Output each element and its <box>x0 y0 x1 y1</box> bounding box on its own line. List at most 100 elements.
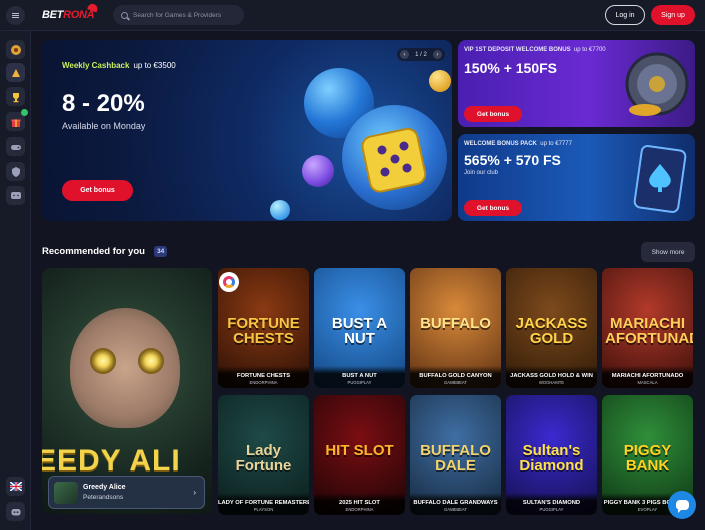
hero-subtitle: Weekly Cashback up to €3500 <box>62 61 176 70</box>
character-eye <box>138 348 164 374</box>
chevron-right-icon: › <box>193 488 196 497</box>
game-art-title: Sultan's Diamond <box>519 442 584 474</box>
game-label: SULTAN'S DIAMOND PUGGIPLAY <box>506 493 597 515</box>
dice-icon <box>361 127 427 193</box>
logo[interactable]: BETRONA <box>42 2 100 21</box>
sidebar <box>0 31 31 530</box>
promo-icon[interactable] <box>6 63 25 82</box>
game-provider: ENDORPHINA <box>345 507 374 512</box>
promo-note: Join our club <box>464 170 499 176</box>
promo-title: 150% + 150FS <box>464 60 558 76</box>
notification-dot <box>21 109 28 116</box>
featured-game-provider: Peterandsons <box>83 494 124 501</box>
wheel-icon[interactable] <box>6 40 25 59</box>
provider-logo-icon <box>219 272 239 292</box>
game-label: 2025 HIT SLOT ENDORPHINA <box>314 493 405 515</box>
search-icon <box>121 11 128 19</box>
game-art-title: MARIACHI AFORTUNADO <box>605 315 693 347</box>
game-tile[interactable]: HIT SLOT 2025 HIT SLOT ENDORPHINA <box>314 395 405 515</box>
game-provider: PUGGIPLAY <box>347 380 372 385</box>
promo-get-bonus-button[interactable]: Get bonus <box>464 106 522 122</box>
flag-uk-icon[interactable] <box>6 477 25 496</box>
chat-icon <box>675 500 689 513</box>
game-provider: ENDORPHINA <box>249 380 278 385</box>
chevron-left-icon[interactable]: ‹ <box>400 50 409 59</box>
search-input[interactable] <box>133 11 243 19</box>
game-name: SULTAN'S DIAMOND <box>522 500 581 506</box>
game-label: MARIACHI AFORTUNADO MASCALA <box>602 366 693 388</box>
game-label: LADY OF FORTUNE REMASTERED PLAYSON <box>218 493 309 515</box>
hero-title: 8 - 20% <box>62 90 145 117</box>
game-tile[interactable]: BUST A NUT BUST A NUT PUGGIPLAY <box>314 268 405 388</box>
gift-icon[interactable] <box>6 109 28 131</box>
live-chat-button[interactable] <box>668 491 696 519</box>
login-button[interactable]: Log in <box>605 5 645 25</box>
game-name: BUST A NUT <box>342 373 377 379</box>
signup-button[interactable]: Sign up <box>651 5 695 25</box>
promo-title: 565% + 570 FS <box>464 152 561 168</box>
game-name: 2025 HIT SLOT <box>339 500 380 506</box>
shield-icon[interactable] <box>6 162 25 181</box>
bubble-decoration <box>302 155 334 187</box>
game-tile[interactable]: JACKASS GOLD JACKASS GOLD HOLD & WIN WOOHA… <box>506 268 597 388</box>
game-label: FORTUNE CHESTS ENDORPHINA <box>218 366 309 388</box>
game-provider: MASCALA <box>637 380 658 385</box>
gamepad-icon[interactable] <box>6 137 25 156</box>
trophy-icon[interactable] <box>6 87 25 106</box>
search-bar[interactable] <box>113 5 244 25</box>
game-name: FORTUNE CHESTS <box>236 373 291 379</box>
game-art-title: PIGGY BANK <box>623 442 672 474</box>
game-tile[interactable]: BUFFALO DALE BUFFALO DALE GRANDWAYS GAMEBE… <box>410 395 501 515</box>
game-provider: PLAYSON <box>253 507 274 512</box>
promo-subtitle: VIP 1ST DEPOSIT WELCOME BONUS up to €770… <box>464 47 606 53</box>
game-art-title: BUFFALO DALE <box>420 442 491 474</box>
vault-icon <box>625 52 689 116</box>
game-tile[interactable]: BUFFALO BUFFALO GOLD CANYON GAMEBEAT <box>410 268 501 388</box>
game-tile[interactable]: Lady Fortune LADY OF FORTUNE REMASTERED PL… <box>218 395 309 515</box>
menu-icon[interactable] <box>6 6 25 25</box>
hero-pager-label: 1 / 2 <box>415 51 427 58</box>
game-provider: GAMEBEAT <box>444 507 467 512</box>
game-label: BUST A NUT PUGGIPLAY <box>314 366 405 388</box>
bubble-decoration <box>270 200 290 220</box>
game-label: BUFFALO DALE GRANDWAYS GAMEBEAT <box>410 493 501 515</box>
game-art-title: BUFFALO <box>420 315 491 332</box>
game-name: LADY OF FORTUNE REMASTERED <box>218 500 309 506</box>
game-art-title: Lady Fortune <box>235 442 292 474</box>
game-label: BUFFALO GOLD CANYON GAMEBEAT <box>410 366 501 388</box>
game-provider: GAMEBEAT <box>444 380 467 385</box>
featured-game-card[interactable]: Greedy Alice Peterandsons › <box>48 476 205 509</box>
hero-get-bonus-button[interactable]: Get bonus <box>62 180 133 201</box>
count-badge: 34 <box>154 246 168 257</box>
game-provider: WOOHAMTE <box>538 380 565 385</box>
character-art <box>70 308 180 428</box>
discord-icon[interactable] <box>6 502 25 521</box>
featured-game-name: Greedy Alice <box>83 484 126 491</box>
chat-bubbles-icon[interactable] <box>6 186 25 205</box>
game-name: BUFFALO GOLD CANYON <box>419 373 492 379</box>
game-art-title: BUST A NUT <box>331 315 388 347</box>
promo-card-vip[interactable]: VIP 1ST DEPOSIT WELCOME BONUS up to €770… <box>458 40 695 127</box>
promo-card-welcome[interactable]: WELCOME BONUS PACK up to €7777 565% + 57… <box>458 134 695 221</box>
game-name: MARIACHI AFORTUNADO <box>611 373 684 379</box>
bubble-decoration <box>429 70 451 92</box>
promo-subtitle: WELCOME BONUS PACK up to €7777 <box>464 141 572 147</box>
hero-description: Available on Monday <box>62 121 146 131</box>
show-more-button[interactable]: Show more <box>641 242 695 262</box>
promo-get-bonus-button[interactable]: Get bonus <box>464 200 522 216</box>
game-art-title: JACKASS GOLD <box>515 315 588 347</box>
game-label: JACKASS GOLD HOLD & WIN WOOHAMTE <box>506 366 597 388</box>
game-name: BUFFALO DALE GRANDWAYS <box>413 500 498 506</box>
hero-pager: ‹ 1 / 2 › <box>397 48 445 61</box>
character-eye <box>90 348 116 374</box>
game-art-title: FORTUNE CHESTS <box>227 315 300 347</box>
featured-art-text: EEDY ALI <box>42 444 181 477</box>
chevron-right-icon[interactable]: › <box>433 50 442 59</box>
top-bar: BETRONA Log in Sign up <box>0 0 705 31</box>
game-tile[interactable]: Sultan's Diamond SULTAN'S DIAMOND PUGGIPLA… <box>506 395 597 515</box>
spade-card-icon <box>633 145 687 213</box>
app-root: BETRONA Log in Sign up <box>0 0 705 530</box>
section-title: Recommended for you <box>42 246 145 257</box>
game-thumbnail <box>54 482 78 504</box>
game-tile[interactable]: MARIACHI AFORTUNADOMARIACHI AFORTUNADOMA… <box>602 268 693 388</box>
